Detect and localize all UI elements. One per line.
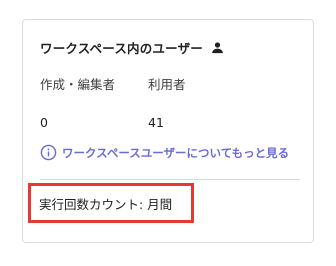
learn-more-link[interactable]: ワークスペースユーザーについてもっと見る <box>40 144 289 161</box>
info-icon <box>40 144 57 161</box>
users-label: 利用者 <box>148 77 186 92</box>
execution-count-label: 実行回数カウント: 月間 <box>39 196 173 212</box>
card-title: ワークスペース内のユーザー <box>40 41 203 56</box>
users-count: 41 <box>148 115 164 130</box>
execution-count-highlight: 実行回数カウント: 月間 <box>28 183 194 223</box>
editors-count: 0 <box>40 115 48 130</box>
stat-users: 利用者 41 <box>148 74 186 130</box>
divider <box>40 179 300 180</box>
workspace-users-card: ワークスペース内のユーザー 作成・編集者 0 利用者 41 ワークスペースユーザ… <box>22 19 314 243</box>
card-header: ワークスペース内のユーザー <box>40 38 225 57</box>
stat-editors: 作成・編集者 0 <box>40 74 115 130</box>
learn-more-label: ワークスペースユーザーについてもっと見る <box>62 145 290 160</box>
user-stats: 作成・編集者 0 利用者 41 <box>40 74 290 134</box>
editors-label: 作成・編集者 <box>40 77 116 92</box>
person-icon <box>210 40 225 55</box>
